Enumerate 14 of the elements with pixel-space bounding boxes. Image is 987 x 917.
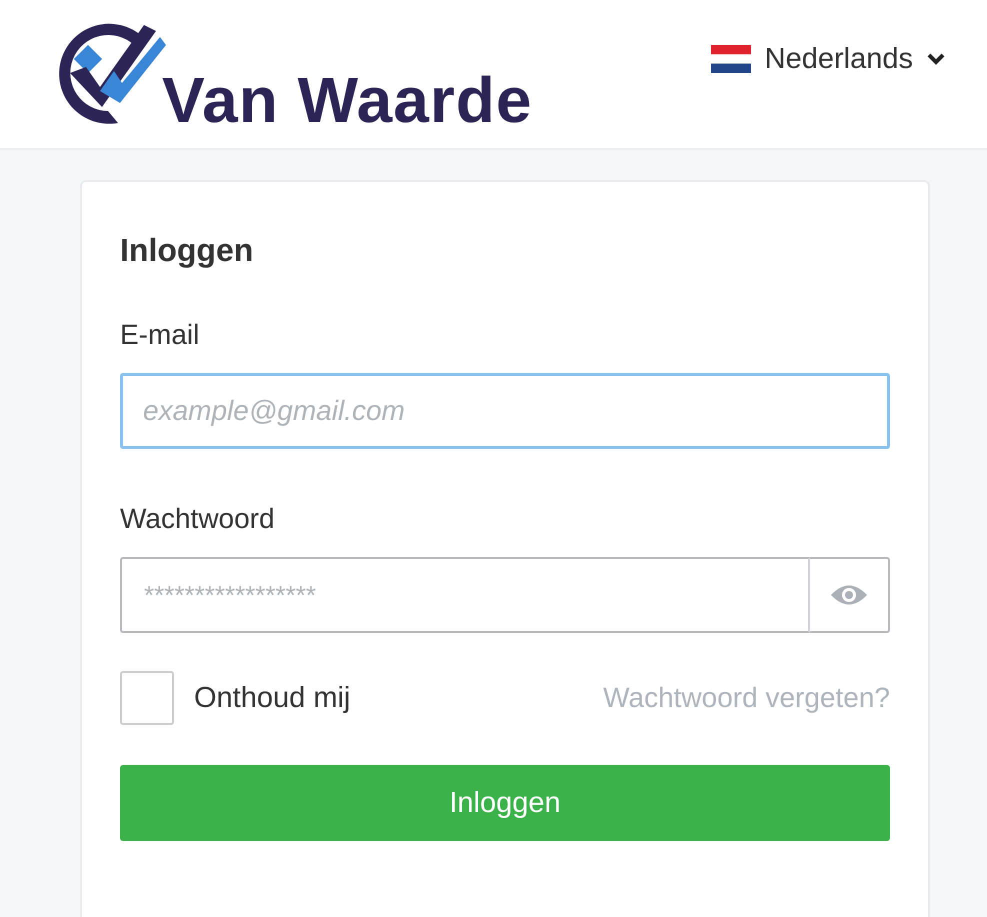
field-label: Wachtwoord — [120, 503, 276, 535]
language-selector[interactable]: Nederlands — [704, 42, 951, 76]
flag-icon — [710, 45, 751, 73]
logo-text: Van Waarde — [162, 63, 532, 137]
show-password-button[interactable] — [810, 557, 890, 633]
remember-checkbox[interactable] — [120, 671, 174, 725]
field-label: E-mail — [120, 319, 200, 351]
login-button[interactable]: Inloggen — [120, 765, 890, 841]
password-field[interactable]: ***************** — [120, 557, 810, 633]
login-title: Inloggen — [120, 232, 254, 269]
forgot-password-link[interactable]: Wachtwoord vergeten? — [603, 682, 890, 714]
chevron-icon — [927, 53, 945, 65]
email-field[interactable]: example@gmail.com — [120, 373, 890, 449]
remember-label: Onthoud mij — [194, 682, 350, 714]
